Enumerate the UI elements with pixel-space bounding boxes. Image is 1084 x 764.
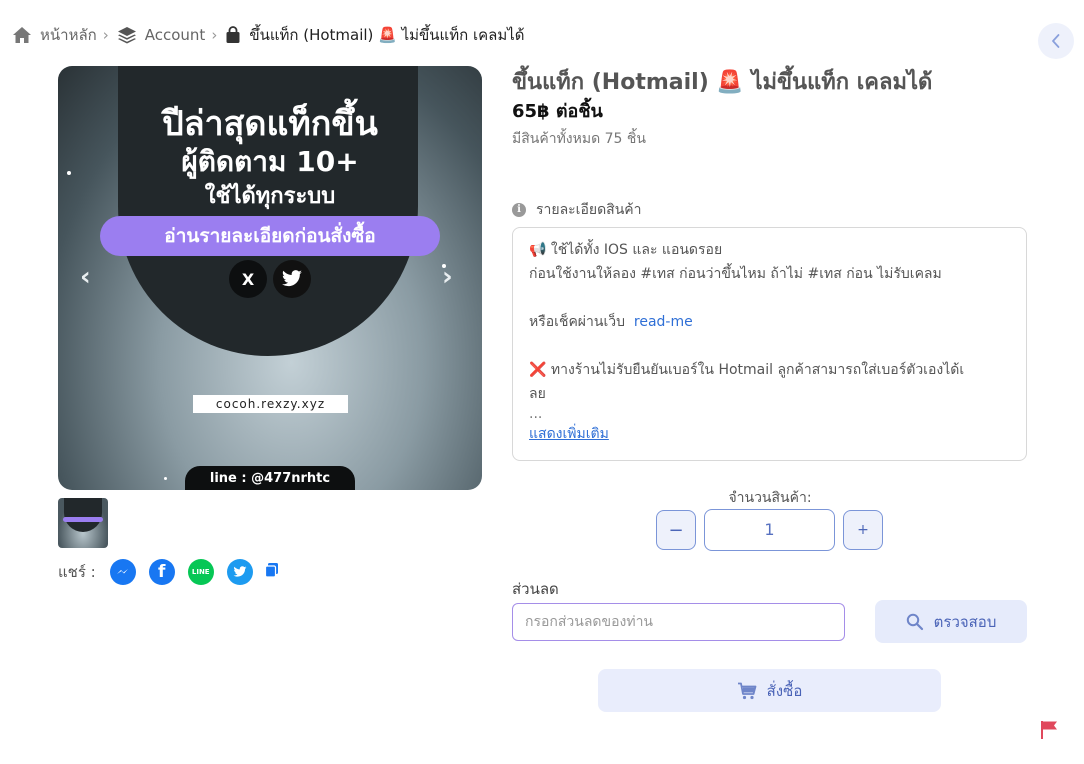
description-line: 📢 ใช้ได้ทั้ง IOS และ แอนดรอย xyxy=(529,242,723,258)
sparkle-dot xyxy=(67,171,71,175)
line-app-icon[interactable]: LINE xyxy=(187,559,214,585)
discount-label: ส่วนลด xyxy=(512,580,559,598)
chevron-right-icon: › xyxy=(102,26,109,44)
description-line: หรือเช็คผ่านเว็บ read-me xyxy=(529,314,693,330)
breadcrumb-current: ขึ้นแท็ก (Hotmail) 🚨 ไม่ขึ้นแท็ก เคลมได้ xyxy=(225,23,525,47)
quantity-decrease-button[interactable]: − xyxy=(656,510,696,550)
twitter-icon[interactable] xyxy=(226,559,253,585)
description-line: ❌ ทางร้านไม่รับยืนยันเบอร์ใน Hotmail ลูก… xyxy=(529,362,965,378)
image-read-before-buy-pill: อ่านรายละเอียดก่อนสั่งซื้อ xyxy=(100,216,440,256)
quantity-label: จำนวนสินค้า: xyxy=(728,490,812,506)
carousel-prev-icon[interactable]: ‹ xyxy=(80,262,91,292)
description-line: ลย xyxy=(529,386,546,402)
image-website-url: cocoh.rexzy.xyz xyxy=(193,395,348,413)
discount-code-input[interactable] xyxy=(512,603,845,641)
info-icon: i xyxy=(512,203,526,217)
product-thumbnail[interactable] xyxy=(58,498,108,548)
order-button[interactable]: สั่งซื้อ xyxy=(598,669,941,712)
description-line: ก่อนใช้งานให้ลอง #เทส ก่อนว่าขึ้นไหม ถ้า… xyxy=(529,266,942,282)
breadcrumb-category-label: Account xyxy=(144,26,206,44)
description-ellipsis: ... xyxy=(529,406,543,422)
image-tagline: ใช้ได้ทุกระบบ xyxy=(204,184,336,209)
share-label: แชร์ : xyxy=(58,563,96,581)
sparkle-dot xyxy=(442,264,446,268)
messenger-icon[interactable] xyxy=(109,559,136,585)
home-icon xyxy=(13,27,31,43)
check-discount-button[interactable]: ตรวจสอบ xyxy=(875,600,1027,643)
product-price: 65฿ ต่อชิ้น xyxy=(512,101,603,122)
x-logo-icon: X xyxy=(229,260,267,298)
product-description: 📢 ใช้ได้ทั้ง IOS และ แอนดรอย ก่อนใช้งานใ… xyxy=(512,227,1027,461)
layers-icon xyxy=(117,27,136,44)
breadcrumb: หน้าหลัก › Account › ขึ้นแท็ก (Hotmail) … xyxy=(12,22,525,48)
check-discount-label: ตรวจสอบ xyxy=(933,612,997,631)
quantity-input[interactable]: 1 xyxy=(704,509,835,551)
back-button[interactable] xyxy=(1038,23,1074,59)
show-more-link[interactable]: แสดงเพิ่มเติม xyxy=(529,426,609,442)
breadcrumb-current-label: ขึ้นแท็ก (Hotmail) 🚨 ไม่ขึ้นแท็ก เคลมได้ xyxy=(249,26,525,44)
product-stock: มีสินค้าทั้งหมด 75 ชิ้น xyxy=(512,131,646,147)
details-heading: i รายละเอียดสินค้า xyxy=(512,199,642,221)
copy-link-icon[interactable] xyxy=(264,562,280,582)
details-heading-label: รายละเอียดสินค้า xyxy=(536,202,642,218)
breadcrumb-home[interactable]: หน้าหลัก xyxy=(12,23,97,47)
product-image-carousel[interactable]: ปีล่าสุดแท็กขึ้น ผู้ติดตาม 10+ ใช้ได้ทุก… xyxy=(58,66,482,490)
facebook-icon[interactable]: f xyxy=(148,559,175,585)
sparkle-dot xyxy=(164,477,167,480)
chevron-left-icon xyxy=(1052,34,1060,48)
quantity-increase-button[interactable]: + xyxy=(843,510,883,550)
breadcrumb-category[interactable]: Account xyxy=(117,26,206,44)
flag-icon xyxy=(1041,721,1057,739)
search-icon xyxy=(906,613,923,630)
shopping-cart-icon xyxy=(737,682,757,699)
report-button[interactable] xyxy=(1040,720,1058,744)
read-me-link[interactable]: read-me xyxy=(634,314,693,330)
image-line-id: line : @477nrhtc xyxy=(185,466,355,490)
breadcrumb-home-label: หน้าหลัก xyxy=(40,26,97,44)
twitter-bird-icon xyxy=(273,260,311,298)
shopping-bag-icon xyxy=(226,26,240,43)
chevron-right-icon: › xyxy=(211,26,218,44)
order-button-label: สั่งซื้อ xyxy=(766,681,803,700)
share-bar: แชร์ : f LINE xyxy=(58,558,280,586)
product-title: ขึ้นแท็ก (Hotmail) 🚨 ไม่ขึ้นแท็ก เคลมได้ xyxy=(512,70,933,95)
